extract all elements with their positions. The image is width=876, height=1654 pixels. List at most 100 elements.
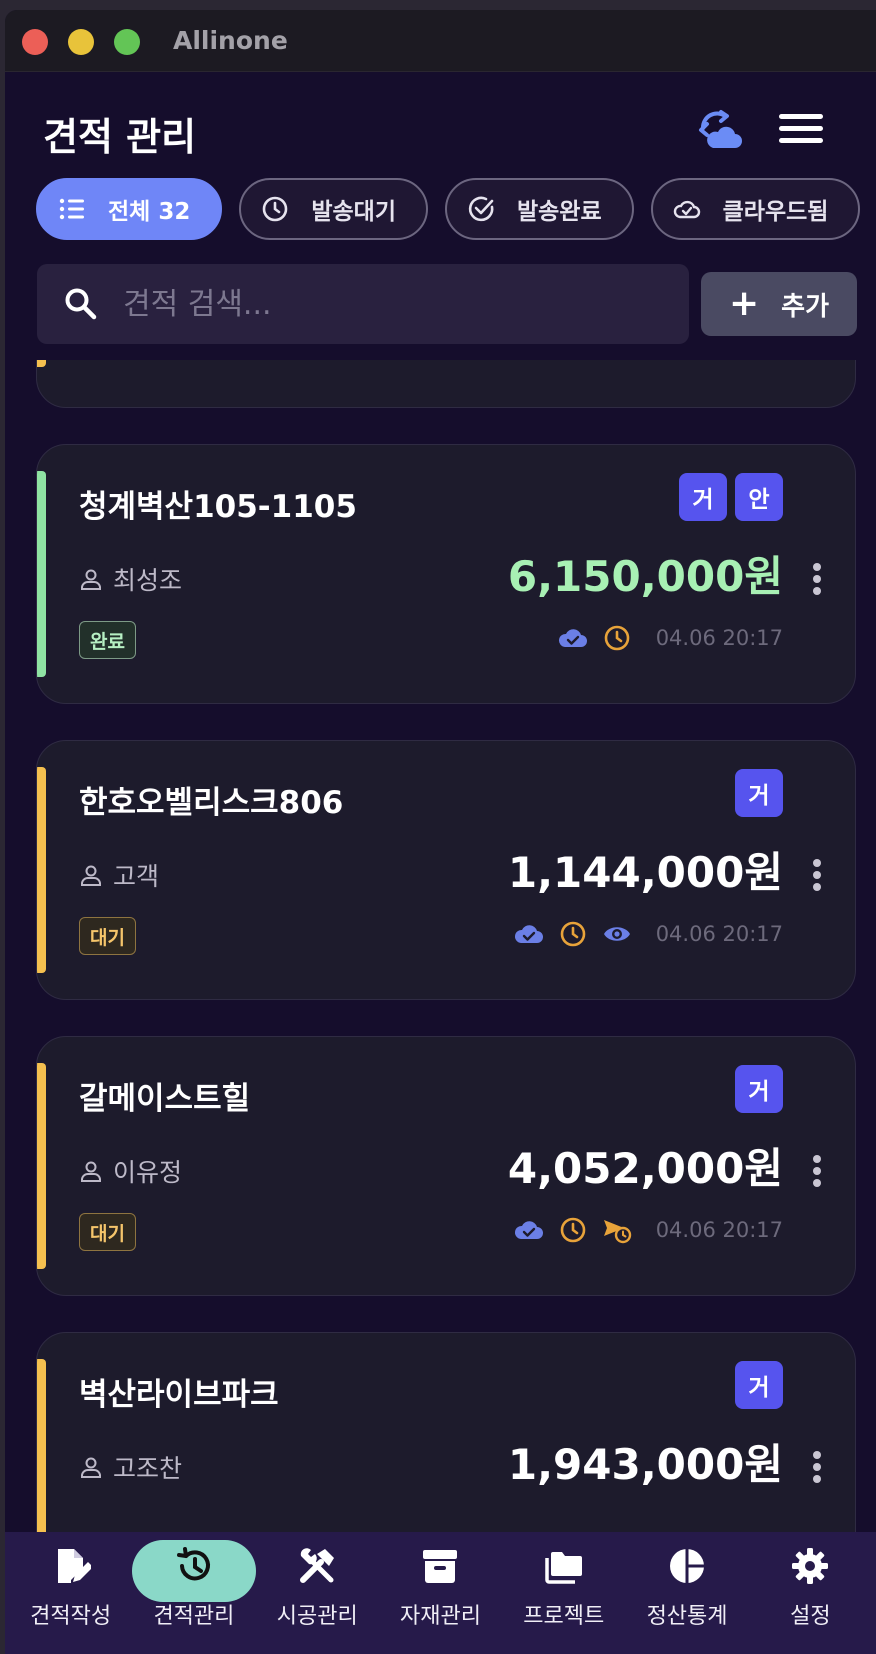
nav-item-construction[interactable]: 시공관리: [257, 1532, 377, 1654]
filter-chip-pending[interactable]: 발송대기: [239, 178, 428, 240]
customer-name: 최성조: [113, 566, 183, 595]
nav-label: 시공관리: [276, 1604, 358, 1629]
quote-name: 한호오벨리스크806: [79, 785, 344, 821]
filter-chip-cloud[interactable]: 클라우드됨: [650, 178, 861, 240]
status-bar: [37, 767, 46, 973]
page-header: 견적 관리: [5, 72, 876, 172]
hamburger-menu-icon[interactable]: [779, 114, 823, 148]
type-badge: 거: [735, 769, 783, 817]
quote-meta: 04.06 20:17: [514, 919, 783, 949]
nav-label: 견적관리: [153, 1604, 235, 1629]
cloud-sync-icon[interactable]: [697, 108, 743, 154]
quote-meta: 04.06 20:17: [514, 1215, 783, 1245]
edit-document-icon: [57, 1549, 91, 1583]
more-options-icon[interactable]: [813, 1451, 823, 1487]
customer-name: 고객: [113, 862, 160, 891]
pie-chart-icon: [670, 1548, 706, 1584]
type-badge: 안: [735, 473, 783, 521]
cloud-check-icon: [673, 200, 700, 219]
customer-name: 고조찬: [113, 1454, 183, 1483]
quote-card[interactable]: 청계벽산105-1105 거 안 최성조 6,150,000원 완료 04.06…: [36, 444, 856, 704]
badge-group: 거: [735, 769, 783, 817]
filter-chip-label: 발송대기: [311, 199, 396, 225]
customer: 고객: [79, 857, 159, 893]
person-icon: [81, 1161, 101, 1182]
timestamp: 04.06 20:17: [655, 1218, 783, 1242]
badge-group: 거: [735, 1065, 783, 1113]
type-badge: 거: [735, 1065, 783, 1113]
status-badge: 대기: [79, 1213, 136, 1251]
cloud-check-icon: [514, 1221, 543, 1239]
quote-amount: 1,144,000원: [507, 848, 783, 897]
nav-item-quote-create[interactable]: 견적작성: [11, 1532, 131, 1654]
history-icon: [176, 1547, 210, 1581]
filter-chip-sent[interactable]: 발송완료: [444, 178, 634, 240]
type-badge: 거: [679, 473, 727, 521]
nav-label: 정산통계: [646, 1604, 728, 1629]
quote-name: 갈메이스트힐: [79, 1081, 251, 1117]
quote-name: 청계벽산105-1105: [79, 489, 357, 525]
quote-card[interactable]: [36, 360, 856, 408]
page-title: 견적 관리: [43, 115, 197, 159]
nav-label: 자재관리: [400, 1604, 481, 1629]
zoom-window-button[interactable]: [114, 29, 140, 55]
search-icon: [65, 288, 97, 320]
folders-icon: [545, 1552, 582, 1584]
type-badge: 거: [735, 1361, 783, 1409]
add-quote-button[interactable]: + 추가: [701, 272, 857, 336]
filter-chip-label: 전체 32: [108, 199, 191, 225]
quote-amount: 4,052,000원: [507, 1144, 783, 1193]
bottom-navigation: 견적작성 견적관리 시공관리 자재관리 프로젝트 정산통계 설정: [5, 1532, 876, 1654]
nav-item-materials[interactable]: 자재관리: [380, 1532, 500, 1654]
filter-chip-label: 발송완료: [516, 199, 602, 225]
customer-name: 이유정: [113, 1158, 183, 1187]
search-box: [37, 264, 689, 344]
status-badge: 완료: [79, 621, 136, 659]
customer: 고조찬: [79, 1449, 182, 1485]
person-icon: [81, 1457, 101, 1478]
search-input[interactable]: [123, 264, 663, 344]
quote-card[interactable]: 한호오벨리스크806 거 고객 1,144,000원 대기 04.06 20:1…: [36, 740, 856, 1000]
nav-item-projects[interactable]: 프로젝트: [504, 1532, 624, 1654]
archive-box-icon: [423, 1550, 458, 1583]
cloud-check-icon: [558, 629, 587, 647]
nav-item-quote-manage[interactable]: 견적관리: [131, 1532, 256, 1654]
more-options-icon[interactable]: [813, 563, 823, 599]
customer: 최성조: [79, 561, 182, 597]
plus-icon: +: [728, 283, 760, 324]
add-button-label: 추가: [781, 291, 829, 322]
quote-amount: 6,150,000원: [507, 552, 783, 601]
quote-amount: 1,943,000원: [507, 1440, 783, 1489]
eye-icon: [603, 927, 630, 941]
filter-chip-all[interactable]: 전체 32: [36, 178, 223, 240]
app-window: Allinone 견적 관리 전체 32 발송대기 발송완료 클라우드됨 견적 …: [5, 10, 876, 1654]
timestamp: 04.06 20:17: [655, 922, 783, 946]
window-title: Allinone: [173, 26, 288, 55]
quote-card[interactable]: 갈메이스트힐 거 이유정 4,052,000원 대기 04.06 20:17: [36, 1036, 856, 1296]
cloud-check-icon: [514, 925, 543, 943]
more-options-icon[interactable]: [813, 1155, 823, 1191]
clock-icon: [604, 625, 629, 651]
clock-icon: [560, 921, 585, 947]
quote-list[interactable]: 청계벽산105-1105 거 안 최성조 6,150,000원 완료 04.06…: [5, 360, 876, 1540]
check-circle-icon: [468, 196, 494, 222]
nav-label: 견적작성: [30, 1604, 112, 1629]
badge-group: 거 안: [679, 473, 783, 521]
nav-item-settlement[interactable]: 정산통계: [627, 1532, 747, 1654]
quote-card[interactable]: 벽산라이브파크 거 고조찬 1,943,000원: [36, 1332, 856, 1540]
list-icon: [59, 198, 84, 220]
close-window-button[interactable]: [22, 29, 48, 55]
gear-icon: [792, 1548, 829, 1584]
status-badge: 대기: [79, 917, 136, 955]
status-bar: [37, 1359, 46, 1540]
nav-item-settings[interactable]: 설정: [750, 1532, 870, 1654]
quote-name: 벽산라이브파크: [79, 1377, 279, 1413]
minimize-window-button[interactable]: [68, 29, 94, 55]
tools-icon: [300, 1548, 335, 1583]
clock-icon: [560, 1217, 585, 1243]
customer: 이유정: [79, 1153, 182, 1189]
quote-meta: 04.06 20:17: [558, 623, 783, 653]
send-later-icon: [603, 1220, 631, 1244]
clock-icon: [263, 196, 288, 222]
more-options-icon[interactable]: [813, 859, 823, 895]
